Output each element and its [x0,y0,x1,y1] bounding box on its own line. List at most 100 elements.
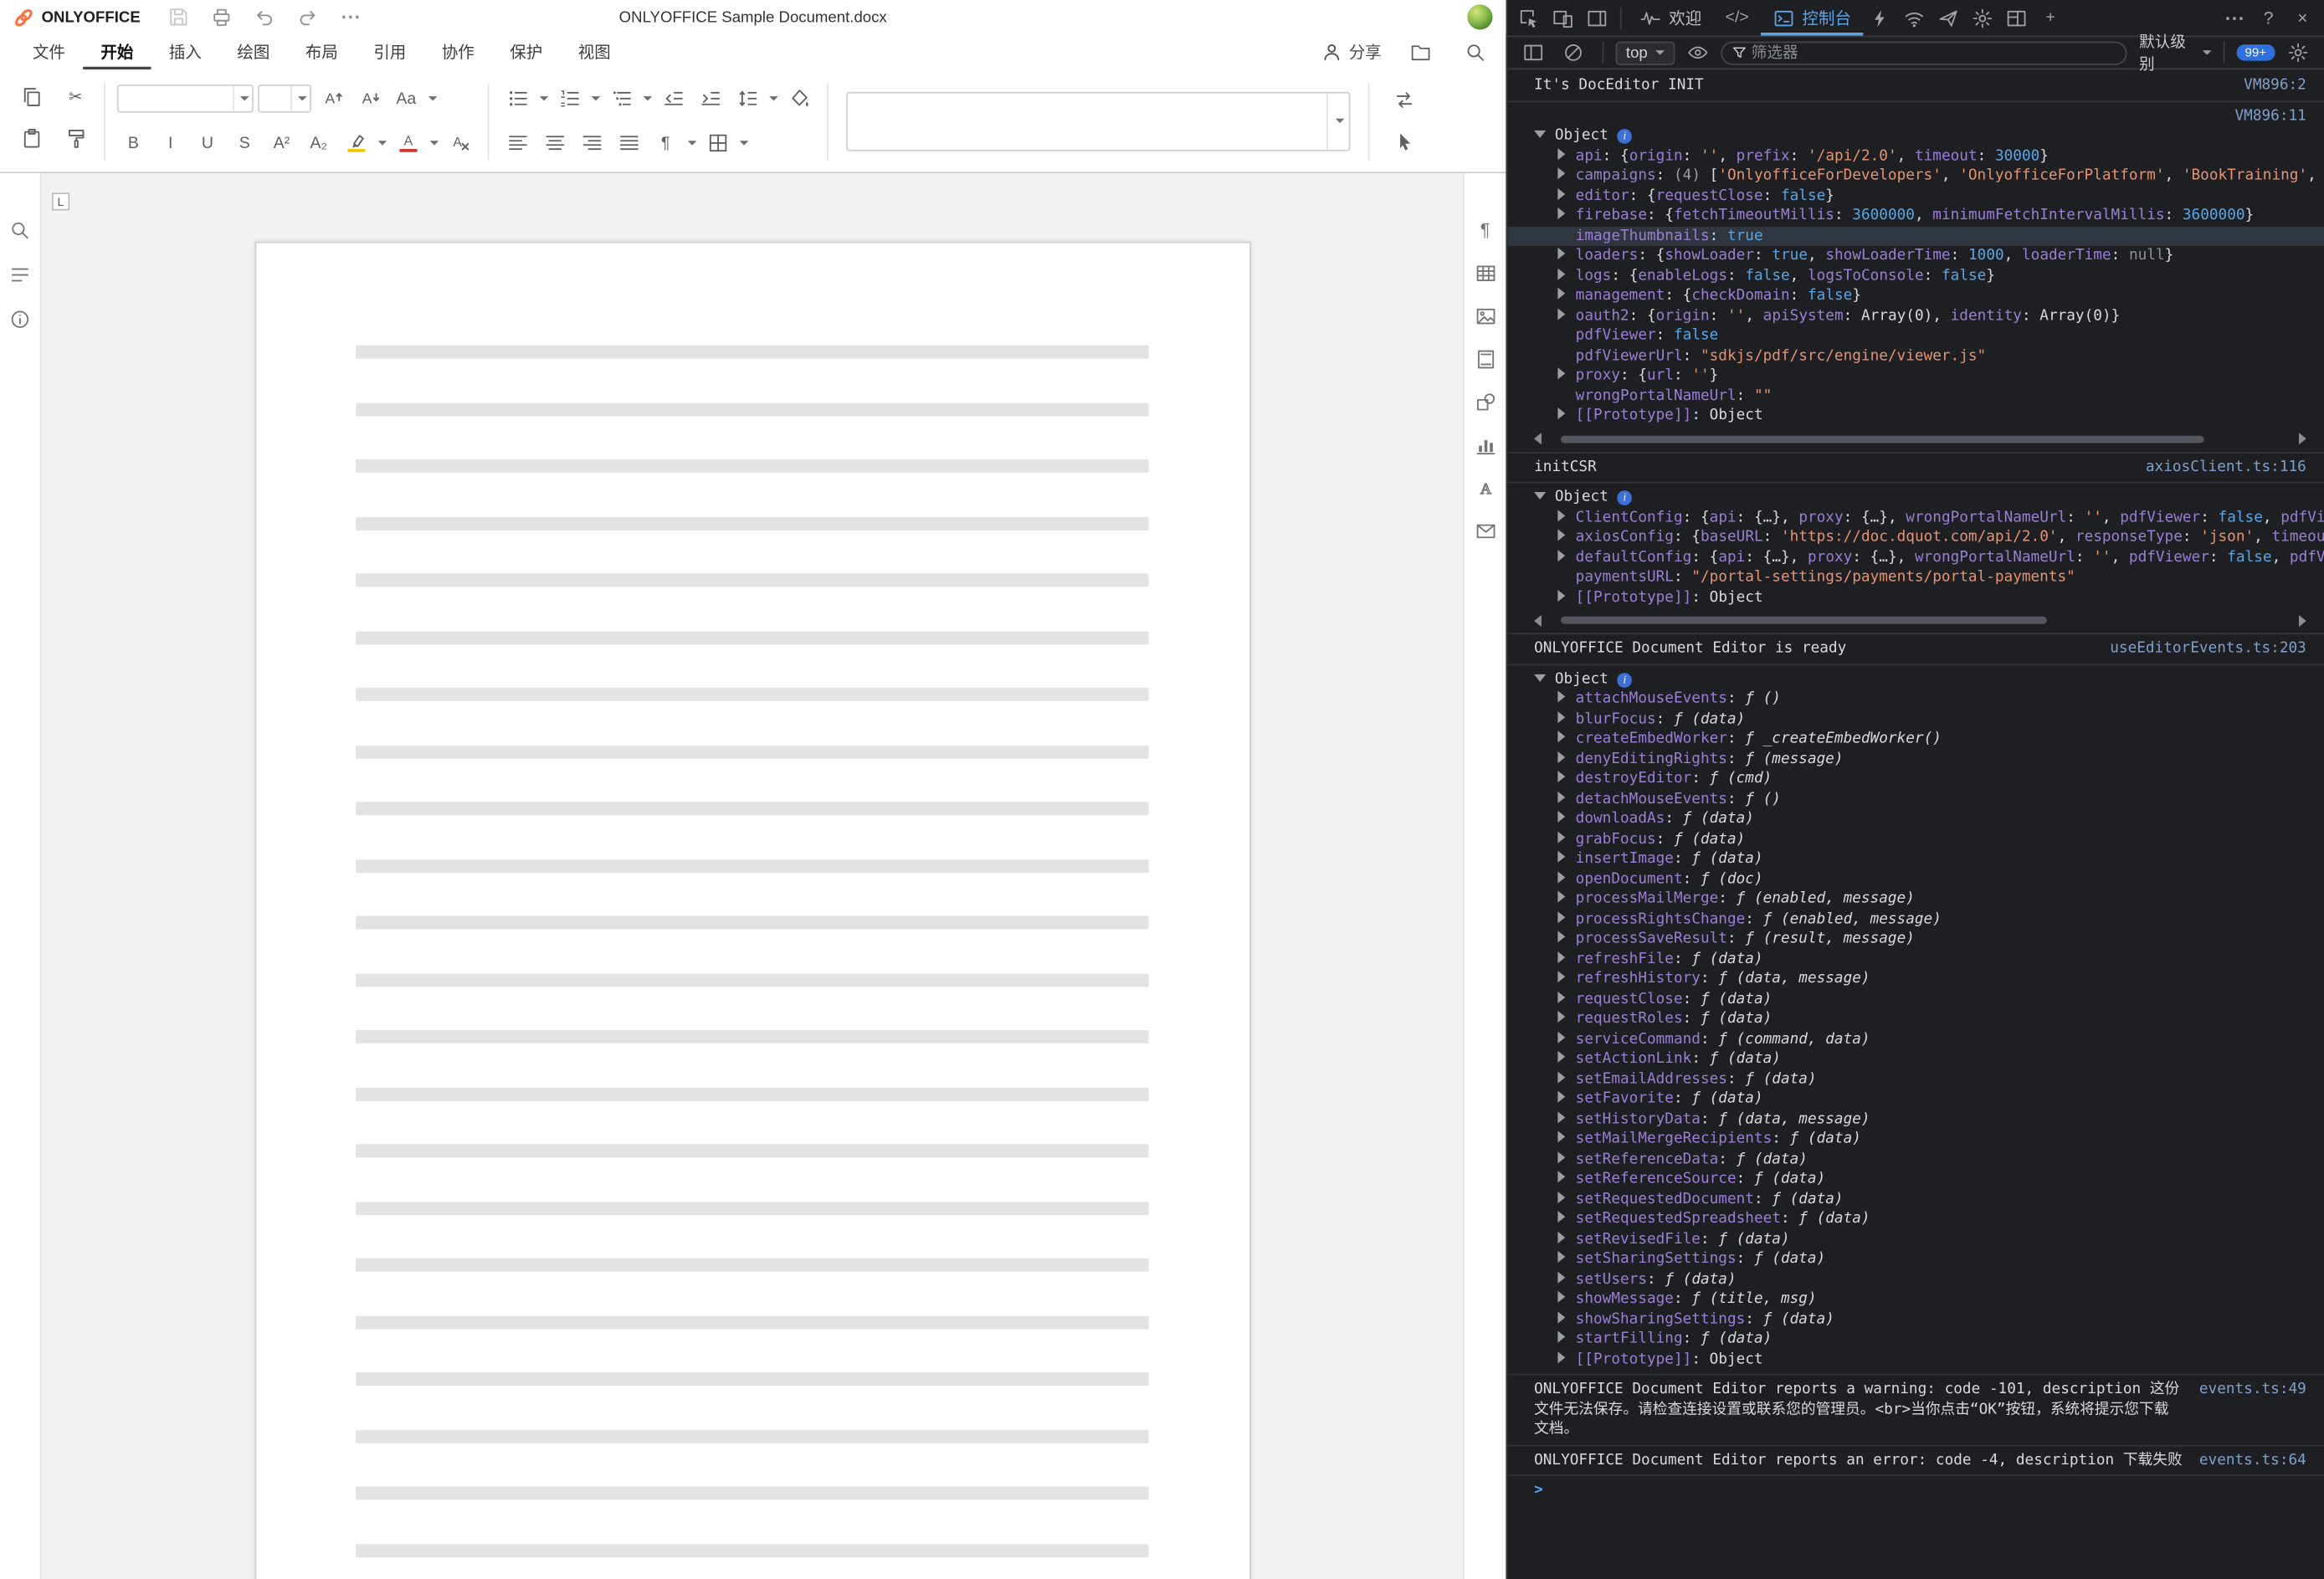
tree-row[interactable]: [[Prototype]]: Object [1507,1350,2324,1370]
expand-caret-icon[interactable] [1557,1251,1565,1263]
change-case-button[interactable]: Aa [390,84,423,113]
expand-caret-icon[interactable] [1557,1110,1565,1122]
para-marks-caret[interactable] [688,141,697,145]
menu-tab-3[interactable]: 绘图 [219,34,287,70]
search-button[interactable] [0,212,41,248]
nonprinting-characters-button[interactable]: ¶ [649,128,682,157]
expand-caret-icon[interactable] [1557,731,1565,742]
expand-caret-icon[interactable] [1557,1031,1565,1043]
align-right-button[interactable] [575,128,608,157]
expand-caret-icon[interactable] [1557,1151,1565,1162]
tree-row[interactable]: setReferenceSource: ƒ (data) [1507,1169,2324,1189]
decrease-indent-button[interactable] [657,84,690,113]
tree-row[interactable]: setMailMergeRecipients: ƒ (data) [1507,1130,2324,1150]
menu-tab-0[interactable]: 文件 [15,34,83,70]
tab-stop-selector[interactable]: L [52,192,69,210]
console-settings-icon[interactable] [2281,36,2316,70]
expand-caret-icon[interactable] [1557,1130,1565,1142]
scroll-right-button[interactable] [2299,433,2306,444]
expand-caret-icon[interactable] [1557,367,1565,379]
tree-row[interactable]: downloadAs: ƒ (data) [1507,809,2324,829]
subscript-button[interactable]: A₂ [302,128,335,157]
lightning-button[interactable] [1863,1,1897,35]
tree-row[interactable]: setRequestedDocument: ƒ (data) [1507,1189,2324,1209]
tree-row[interactable]: setFavorite: ƒ (data) [1507,1089,2324,1110]
tree-row[interactable]: firebase: {fetchTimeoutMillis: 3600000, … [1507,206,2324,226]
tree-row[interactable]: setEmailAddresses: ƒ (data) [1507,1069,2324,1089]
menu-tab-2[interactable]: 插入 [151,34,219,70]
increase-font-button[interactable]: A [316,84,348,113]
expand-caret-icon[interactable] [1557,408,1565,419]
tree-row[interactable]: logs: {enableLogs: false, logsToConsole:… [1507,266,2324,286]
expand-caret-icon[interactable] [1534,674,1546,681]
tree-row[interactable]: requestClose: ƒ (data) [1507,989,2324,1009]
expand-caret-icon[interactable] [1557,1211,1565,1223]
expand-caret-icon[interactable] [1557,268,1565,279]
tree-row[interactable]: insertImage: ƒ (data) [1507,849,2324,869]
tree-row[interactable]: setReferenceData: ƒ (data) [1507,1149,2324,1169]
select-all-button[interactable] [1388,126,1420,156]
replace-button[interactable] [1388,85,1420,115]
image-settings-button[interactable] [1465,298,1506,334]
issues-badge[interactable]: 99+ [2236,44,2275,61]
tree-row[interactable]: oauth2: {origin: '', apiSystem: Array(0)… [1507,306,2324,326]
document-page[interactable] [254,242,1250,1579]
expand-caret-icon[interactable] [1557,971,1565,982]
user-avatar[interactable] [1467,4,1492,29]
console-source-link[interactable]: useEditorEvents.ts:203 [2110,638,2306,659]
font-color-button[interactable]: A [392,128,424,157]
numbering-caret[interactable] [592,96,601,100]
scrollbar-track[interactable] [1546,615,2294,625]
scroll-left-button[interactable] [1534,614,1542,626]
scrollbar-thumb[interactable] [1561,617,2047,624]
align-left-button[interactable] [501,128,534,157]
tree-row[interactable]: grabFocus: ƒ (data) [1507,829,2324,849]
expand-caret-icon[interactable] [1534,492,1546,500]
paragraph-shading-button[interactable] [782,84,815,113]
inspect-button[interactable] [1512,1,1547,35]
style-gallery-dropdown[interactable] [1326,93,1349,149]
tree-row[interactable]: detachMouseEvents: ƒ () [1507,789,2324,809]
console-source-link[interactable]: events.ts:64 [2199,1450,2306,1470]
tree-row[interactable]: api: {origin: '', prefix: '/api/2.0', ti… [1507,146,2324,166]
tree-row[interactable]: [[Prototype]]: Object [1507,587,2324,608]
tree-row[interactable]: processRightsChange: ƒ (enabled, message… [1507,910,2324,930]
tree-row[interactable]: management: {checkDomain: false} [1507,286,2324,306]
tree-row[interactable]: blurFocus: ƒ (data) [1507,709,2324,729]
tree-row[interactable]: defaultConfig: {api: {…}, proxy: {…}, wr… [1507,547,2324,567]
layout-button[interactable] [1999,1,2034,35]
tree-row[interactable]: refreshHistory: ƒ (data, message) [1507,969,2324,989]
decrease-font-button[interactable]: A [353,84,386,113]
expand-caret-icon[interactable] [1557,208,1565,219]
more-button[interactable] [2218,1,2252,35]
copy-button[interactable] [15,82,48,111]
tree-row[interactable]: refreshFile: ƒ (data) [1507,949,2324,969]
format-painter-button[interactable] [59,124,92,153]
expand-caret-icon[interactable] [1557,529,1565,541]
device-toolbar-button[interactable] [1546,1,1580,35]
expand-caret-icon[interactable] [1557,187,1565,199]
tree-row[interactable]: ClientConfig: {api: {…}, proxy: {…}, wro… [1507,508,2324,528]
line-spacing-caret[interactable] [769,96,778,100]
object-header[interactable]: Objecti [1507,669,2324,690]
object-header[interactable]: Objecti [1507,126,2324,146]
expand-caret-icon[interactable] [1557,1091,1565,1103]
expand-caret-icon[interactable] [1557,710,1565,722]
superscript-button[interactable]: A² [265,128,298,157]
console-sidebar-icon[interactable] [1516,36,1551,70]
expand-caret-icon[interactable] [1557,690,1565,702]
expand-caret-icon[interactable] [1557,991,1565,1002]
tree-row[interactable]: setActionLink: ƒ (data) [1507,1049,2324,1069]
object-header[interactable]: Objecti [1507,488,2324,508]
tree-row[interactable]: loaders: {showLoader: true, showLoaderTi… [1507,246,2324,266]
undo-button[interactable] [250,3,280,30]
tree-row[interactable]: campaigns: (4) ['OnlyofficeForDevelopers… [1507,166,2324,186]
console-source-link[interactable]: axiosClient.ts:116 [2146,457,2306,477]
font-color-caret[interactable] [430,141,439,145]
menu-tab-4[interactable]: 布局 [288,34,356,70]
menu-tab-8[interactable]: 视图 [560,34,628,70]
console-source-link[interactable]: VM896:2 [2244,75,2306,95]
expand-caret-icon[interactable] [1557,1330,1565,1342]
file-location-icon[interactable] [1403,37,1436,66]
highlight-caret[interactable] [378,141,387,145]
